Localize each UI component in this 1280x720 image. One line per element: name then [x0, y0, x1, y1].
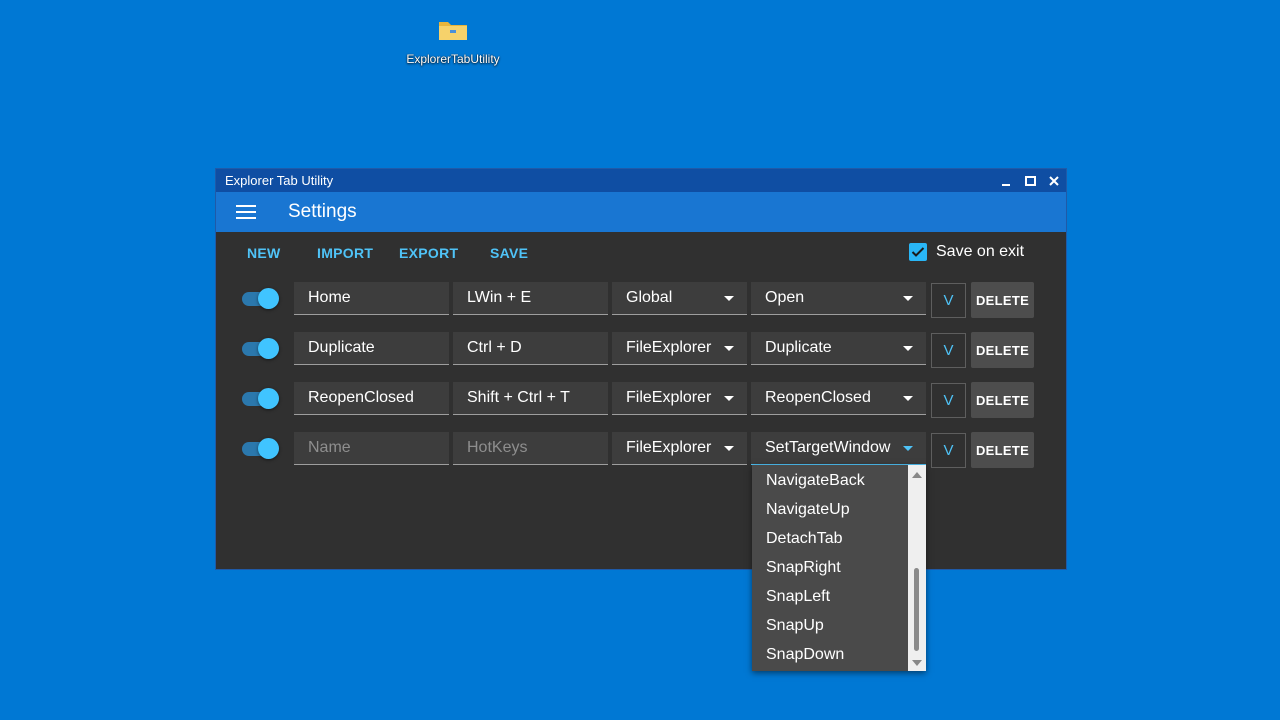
chevron-down-icon — [724, 346, 734, 351]
hotkeys-input[interactable]: LWin + E — [453, 282, 608, 315]
enable-toggle[interactable] — [242, 338, 280, 359]
action-select[interactable]: Duplicate — [751, 332, 926, 365]
app-window: Explorer Tab Utility Settings NEW IMPORT… — [215, 168, 1067, 570]
scope-select[interactable]: FileExplorer — [612, 432, 747, 465]
delete-button[interactable]: DELETE — [971, 282, 1034, 318]
toolbar: NEW IMPORT EXPORT SAVE Save on exit — [216, 232, 1066, 276]
scroll-up-icon[interactable] — [912, 472, 922, 478]
maximize-icon — [1024, 175, 1036, 186]
minimize-button[interactable] — [994, 169, 1018, 192]
scope-value: FileExplorer — [626, 339, 712, 356]
desktop-icon-label: ExplorerTabUtility — [406, 52, 500, 66]
scope-select[interactable]: FileExplorer — [612, 382, 747, 415]
export-button[interactable]: EXPORT — [399, 245, 458, 261]
action-select[interactable]: Open — [751, 282, 926, 315]
checkmark-icon — [911, 247, 925, 257]
hotkeys-input[interactable]: Shift + Ctrl + T — [453, 382, 608, 415]
action-value: Duplicate — [765, 339, 832, 356]
name-input[interactable]: Duplicate — [294, 332, 449, 365]
chevron-down-icon — [903, 396, 913, 401]
dropdown-option[interactable]: SnapDown — [752, 639, 926, 668]
delete-button[interactable]: DELETE — [971, 332, 1034, 368]
dropdown-option[interactable]: SnapLeft — [752, 581, 926, 610]
dropdown-scrollbar[interactable] — [908, 465, 926, 671]
minimize-icon — [1002, 183, 1010, 186]
hotkeys-input[interactable]: HotKeys — [453, 432, 608, 465]
chevron-down-icon — [903, 446, 913, 451]
close-icon — [1049, 175, 1059, 186]
save-on-exit-checkbox[interactable] — [909, 243, 927, 261]
expand-button[interactable]: V — [931, 433, 966, 468]
action-select[interactable]: ReopenClosed — [751, 382, 926, 415]
enable-toggle[interactable] — [242, 438, 280, 459]
hotkey-row: Name HotKeys FileExplorer SetTargetWindo… — [216, 432, 1066, 468]
action-dropdown-list: NavigateBack NavigateUp DetachTab SnapRi… — [752, 465, 926, 671]
dropdown-option[interactable]: SnapUp — [752, 610, 926, 639]
expand-button[interactable]: V — [931, 333, 966, 368]
delete-button[interactable]: DELETE — [971, 432, 1034, 468]
save-on-exit-toggle[interactable]: Save on exit — [909, 243, 1024, 261]
enable-toggle[interactable] — [242, 288, 280, 309]
save-button[interactable]: SAVE — [490, 245, 528, 261]
title-bar: Explorer Tab Utility — [216, 169, 1066, 192]
import-button[interactable]: IMPORT — [317, 245, 373, 261]
maximize-button[interactable] — [1018, 169, 1042, 192]
scope-select[interactable]: FileExplorer — [612, 332, 747, 365]
dropdown-option[interactable]: DetachTab — [752, 523, 926, 552]
new-button[interactable]: NEW — [247, 245, 281, 261]
name-input[interactable]: Home — [294, 282, 449, 315]
desktop-shortcut[interactable]: ExplorerTabUtility — [400, 18, 506, 66]
app-bar: Settings — [216, 192, 1066, 232]
save-on-exit-label: Save on exit — [936, 243, 1025, 260]
scope-value: Global — [626, 289, 673, 306]
dropdown-option[interactable]: NavigateBack — [752, 465, 926, 494]
dropdown-option[interactable]: SnapRight — [752, 552, 926, 581]
chevron-down-icon — [724, 396, 734, 401]
action-select[interactable]: SetTargetWindow — [751, 432, 926, 465]
chevron-down-icon — [724, 446, 734, 451]
hotkeys-input[interactable]: Ctrl + D — [453, 332, 608, 365]
scope-value: FileExplorer — [626, 439, 712, 456]
name-input[interactable]: ReopenClosed — [294, 382, 449, 415]
action-value: ReopenClosed — [765, 389, 871, 406]
window-title: Explorer Tab Utility — [225, 173, 334, 188]
folder-icon — [438, 18, 468, 42]
enable-toggle[interactable] — [242, 388, 280, 409]
hotkey-row: Home LWin + E Global Open V DELETE — [216, 282, 1066, 318]
hotkey-row: ReopenClosed Shift + Ctrl + T FileExplor… — [216, 382, 1066, 418]
scrollbar-thumb[interactable] — [914, 568, 919, 651]
page-title: Settings — [288, 201, 357, 222]
scope-select[interactable]: Global — [612, 282, 747, 315]
dropdown-option[interactable]: NavigateUp — [752, 494, 926, 523]
chevron-down-icon — [903, 296, 913, 301]
close-button[interactable] — [1042, 169, 1066, 192]
action-value: Open — [765, 289, 805, 306]
delete-button[interactable]: DELETE — [971, 382, 1034, 418]
name-input[interactable]: Name — [294, 432, 449, 465]
action-value: SetTargetWindow — [765, 439, 891, 456]
hamburger-menu-icon[interactable] — [236, 201, 256, 223]
expand-button[interactable]: V — [931, 283, 966, 318]
scroll-down-icon[interactable] — [912, 660, 922, 666]
scope-value: FileExplorer — [626, 389, 712, 406]
chevron-down-icon — [903, 346, 913, 351]
hotkey-row: Duplicate Ctrl + D FileExplorer Duplicat… — [216, 332, 1066, 368]
expand-button[interactable]: V — [931, 383, 966, 418]
chevron-down-icon — [724, 296, 734, 301]
